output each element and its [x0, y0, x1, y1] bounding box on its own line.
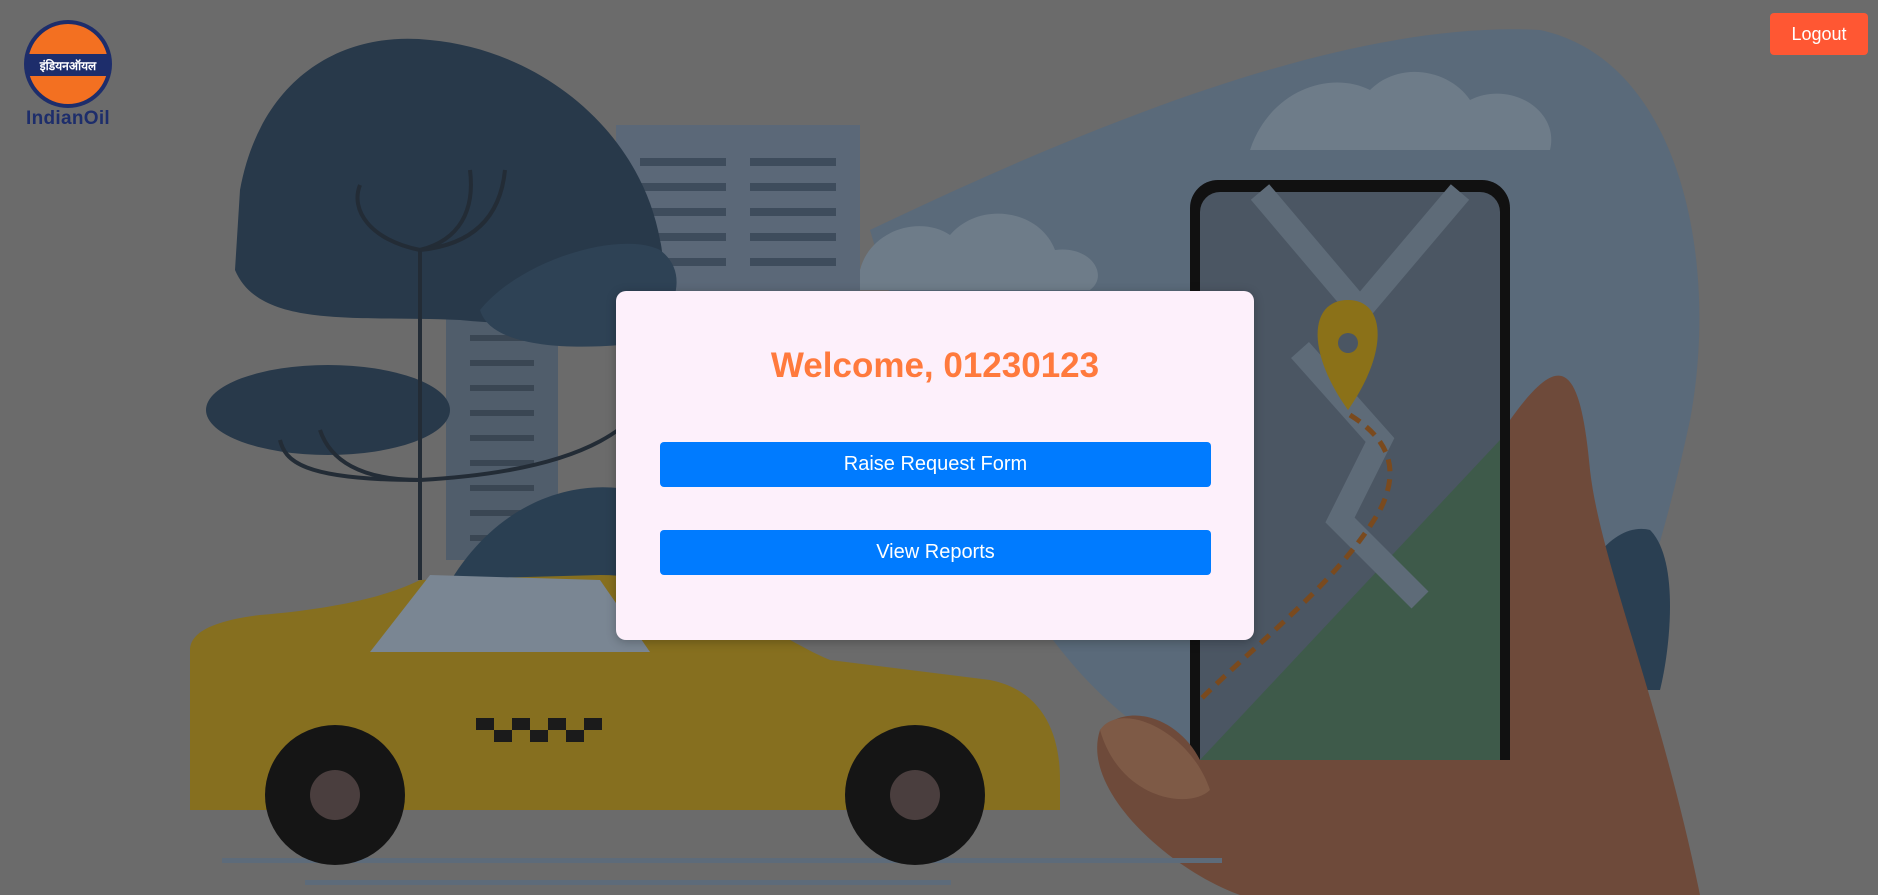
logo-wordmark: IndianOil — [26, 108, 110, 129]
raise-request-form-button[interactable]: Raise Request Form — [660, 442, 1211, 487]
welcome-card: Welcome, 01230123 Raise Request Form Vie… — [616, 291, 1254, 640]
indianoil-emblem-icon: इंडियनऑयल — [24, 20, 112, 108]
logout-button[interactable]: Logout — [1770, 13, 1868, 55]
welcome-heading: Welcome, 01230123 — [770, 346, 1100, 385]
svg-text:इंडियनऑयल: इंडियनऑयल — [39, 59, 97, 73]
view-reports-button[interactable]: View Reports — [660, 530, 1211, 575]
